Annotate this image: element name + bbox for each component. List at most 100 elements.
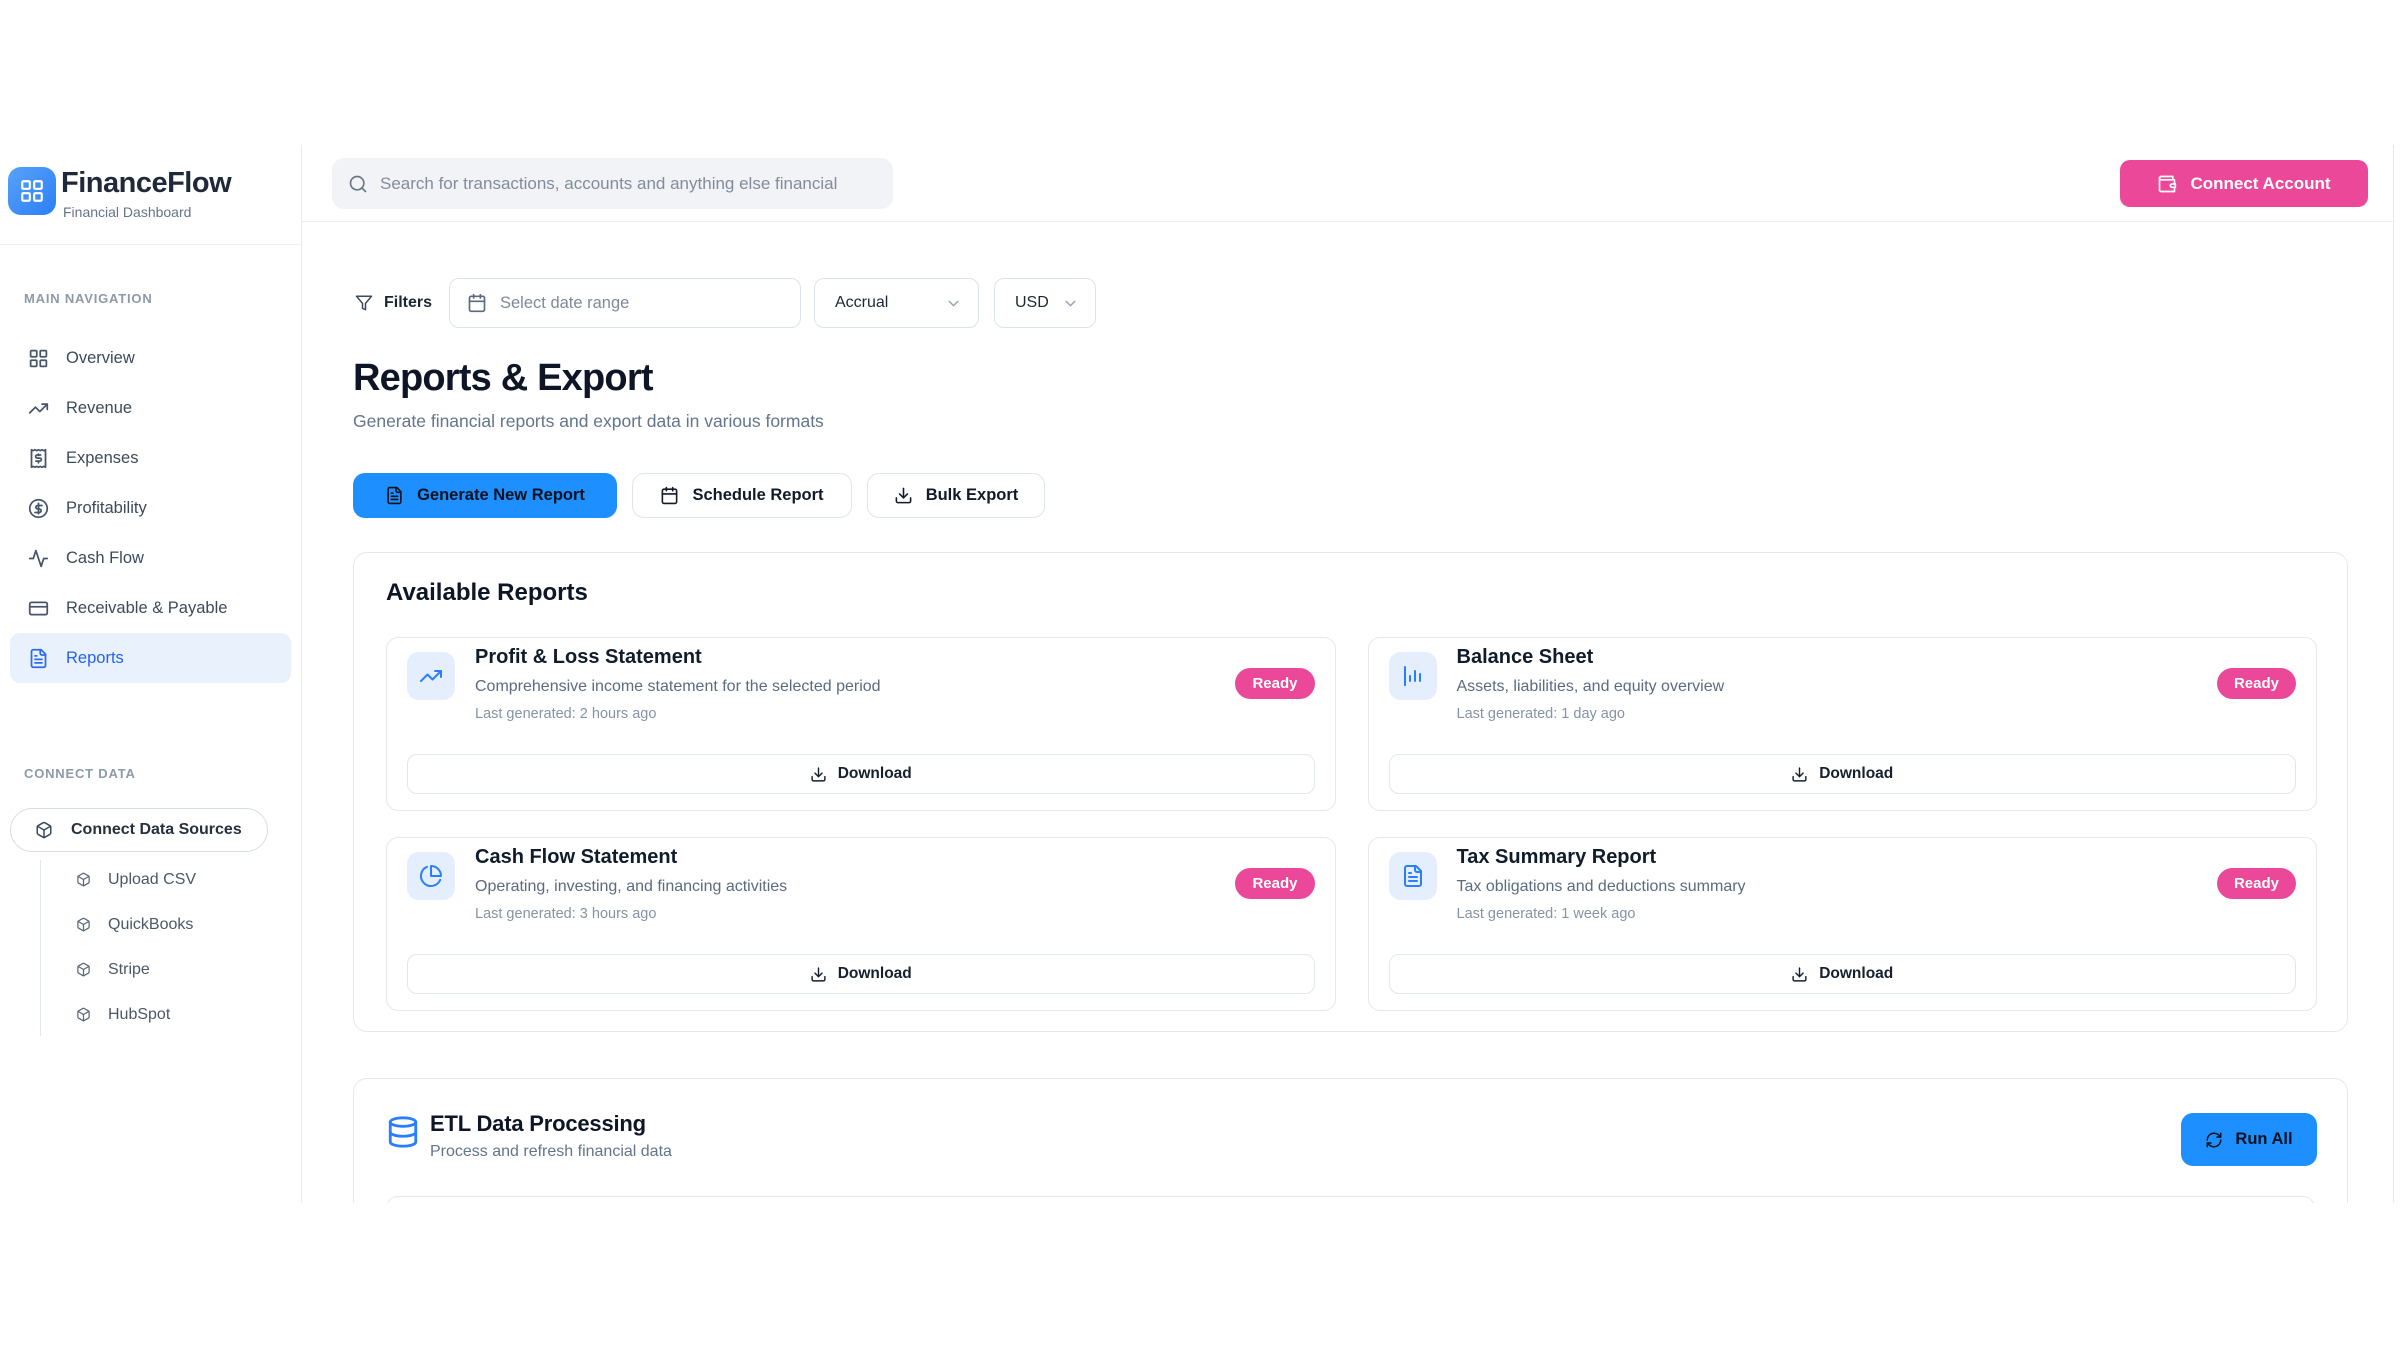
pie-chart-icon (407, 852, 455, 900)
report-description: Tax obligations and deductions summary (1457, 878, 1746, 896)
report-last-generated: Last generated: 3 hours ago (475, 906, 656, 922)
report-card-tax-summary: Tax Summary Report Tax obligations and d… (1368, 837, 2318, 1011)
report-title: Tax Summary Report (1457, 846, 1657, 869)
report-last-generated: Last generated: 1 week ago (1457, 906, 1636, 922)
download-label: Download (1819, 765, 1893, 783)
brand-block: FinanceFlow Financial Dashboard (0, 145, 301, 245)
source-item-stripe[interactable]: Stripe (0, 947, 301, 992)
generate-new-report-button[interactable]: Generate New Report (353, 473, 617, 518)
sidebar-item-profitability[interactable]: Profitability (0, 483, 301, 533)
global-search[interactable] (332, 158, 893, 209)
currency-select[interactable]: USD (994, 278, 1096, 328)
search-input[interactable] (380, 174, 877, 194)
chevron-down-icon (945, 295, 962, 312)
dollar-circle-icon (28, 498, 49, 519)
chevron-down-icon (1062, 295, 1079, 312)
sidebar-item-reports[interactable]: Reports (10, 633, 291, 683)
available-reports-panel: Available Reports Profit & Loss Statemen… (353, 552, 2348, 1032)
connect-account-button[interactable]: Connect Account (2120, 160, 2368, 207)
report-description: Assets, liabilities, and equity overview (1457, 678, 1725, 696)
calendar-icon (467, 293, 487, 313)
report-card-profit-loss: Profit & Loss Statement Comprehensive in… (386, 637, 1336, 811)
run-all-button[interactable]: Run All (2181, 1113, 2317, 1166)
available-reports-title: Available Reports (386, 579, 588, 607)
source-item-hubspot[interactable]: HubSpot (0, 992, 301, 1037)
filters-bar: Filters Accrual USD (302, 277, 2393, 329)
connect-data-sources-label: Connect Data Sources (71, 821, 242, 839)
sidebar-item-overview[interactable]: Overview (0, 333, 301, 383)
generate-new-report-label: Generate New Report (417, 486, 585, 505)
credit-card-icon (28, 598, 49, 619)
brand-name: FinanceFlow (61, 167, 231, 200)
download-label: Download (838, 965, 912, 983)
download-icon (1791, 966, 1808, 983)
download-icon (894, 486, 913, 505)
connect-account-label: Connect Account (2190, 174, 2330, 194)
report-card-balance-sheet: Balance Sheet Assets, liabilities, and e… (1368, 637, 2318, 811)
box-icon (76, 917, 91, 932)
download-icon (810, 966, 827, 983)
etl-title: ETL Data Processing (430, 1111, 646, 1137)
date-range-input[interactable] (500, 294, 783, 313)
status-badge: Ready (1235, 668, 1314, 699)
connect-data-sources-button[interactable]: Connect Data Sources (10, 808, 268, 852)
date-range-picker[interactable] (449, 278, 801, 328)
box-icon (76, 872, 91, 887)
refresh-icon (2205, 1131, 2223, 1149)
schedule-report-label: Schedule Report (692, 486, 823, 505)
accounting-method-select[interactable]: Accrual (814, 278, 979, 328)
report-description: Operating, investing, and financing acti… (475, 878, 787, 896)
sidebar-item-label: Receivable & Payable (66, 599, 227, 618)
brand-logo-icon (8, 167, 56, 215)
reports-grid: Profit & Loss Statement Comprehensive in… (386, 637, 2317, 1011)
filters-text: Filters (384, 294, 432, 312)
etl-subtitle: Process and refresh financial data (430, 1143, 672, 1161)
download-label: Download (1819, 965, 1893, 983)
status-badge: Ready (2217, 668, 2296, 699)
etl-panel: ETL Data Processing Process and refresh … (353, 1078, 2348, 1203)
download-button[interactable]: Download (1389, 754, 2297, 794)
status-badge: Ready (1235, 868, 1314, 899)
sidebar-item-receivable-payable[interactable]: Receivable & Payable (0, 583, 301, 633)
source-item-quickbooks[interactable]: QuickBooks (0, 902, 301, 947)
bulk-export-button[interactable]: Bulk Export (867, 473, 1045, 518)
sidebar-item-label: Cash Flow (66, 549, 144, 568)
download-button[interactable]: Download (407, 754, 1315, 794)
etl-jobs-card (386, 1196, 2315, 1203)
page-subtitle: Generate financial reports and export da… (353, 411, 824, 432)
box-icon (35, 821, 53, 839)
file-text-icon (28, 648, 49, 669)
report-title: Balance Sheet (1457, 646, 1594, 669)
search-icon (348, 174, 368, 194)
status-badge: Ready (2217, 868, 2296, 899)
schedule-report-button[interactable]: Schedule Report (632, 473, 852, 518)
source-item-upload-csv[interactable]: Upload CSV (0, 857, 301, 902)
report-title: Profit & Loss Statement (475, 646, 702, 669)
sidebar-item-expenses[interactable]: Expenses (0, 433, 301, 483)
sidebar-item-label: Expenses (66, 449, 138, 468)
sidebar-item-label: Overview (66, 349, 135, 368)
download-icon (1791, 766, 1808, 783)
bulk-export-label: Bulk Export (926, 486, 1019, 505)
page-title: Reports & Export (353, 357, 653, 400)
download-icon (810, 766, 827, 783)
activity-icon (28, 548, 49, 569)
report-card-cash-flow: Cash Flow Statement Operating, investing… (386, 837, 1336, 1011)
source-item-label: Stripe (108, 961, 150, 979)
download-button[interactable]: Download (407, 954, 1315, 994)
receipt-icon (28, 448, 49, 469)
trending-up-icon (28, 398, 49, 419)
nav-section-label: MAIN NAVIGATION (24, 291, 153, 306)
sidebar-item-label: Revenue (66, 399, 132, 418)
sidebar-item-label: Reports (66, 649, 124, 668)
database-icon (386, 1115, 420, 1149)
top-header: Connect Account (302, 145, 2393, 222)
wallet-icon (2157, 174, 2177, 194)
sidebar-item-cash-flow[interactable]: Cash Flow (0, 533, 301, 583)
download-button[interactable]: Download (1389, 954, 2297, 994)
sidebar-item-revenue[interactable]: Revenue (0, 383, 301, 433)
report-description: Comprehensive income statement for the s… (475, 678, 881, 696)
run-all-label: Run All (2235, 1130, 2292, 1149)
filters-label: Filters (355, 277, 432, 329)
box-icon (76, 962, 91, 977)
